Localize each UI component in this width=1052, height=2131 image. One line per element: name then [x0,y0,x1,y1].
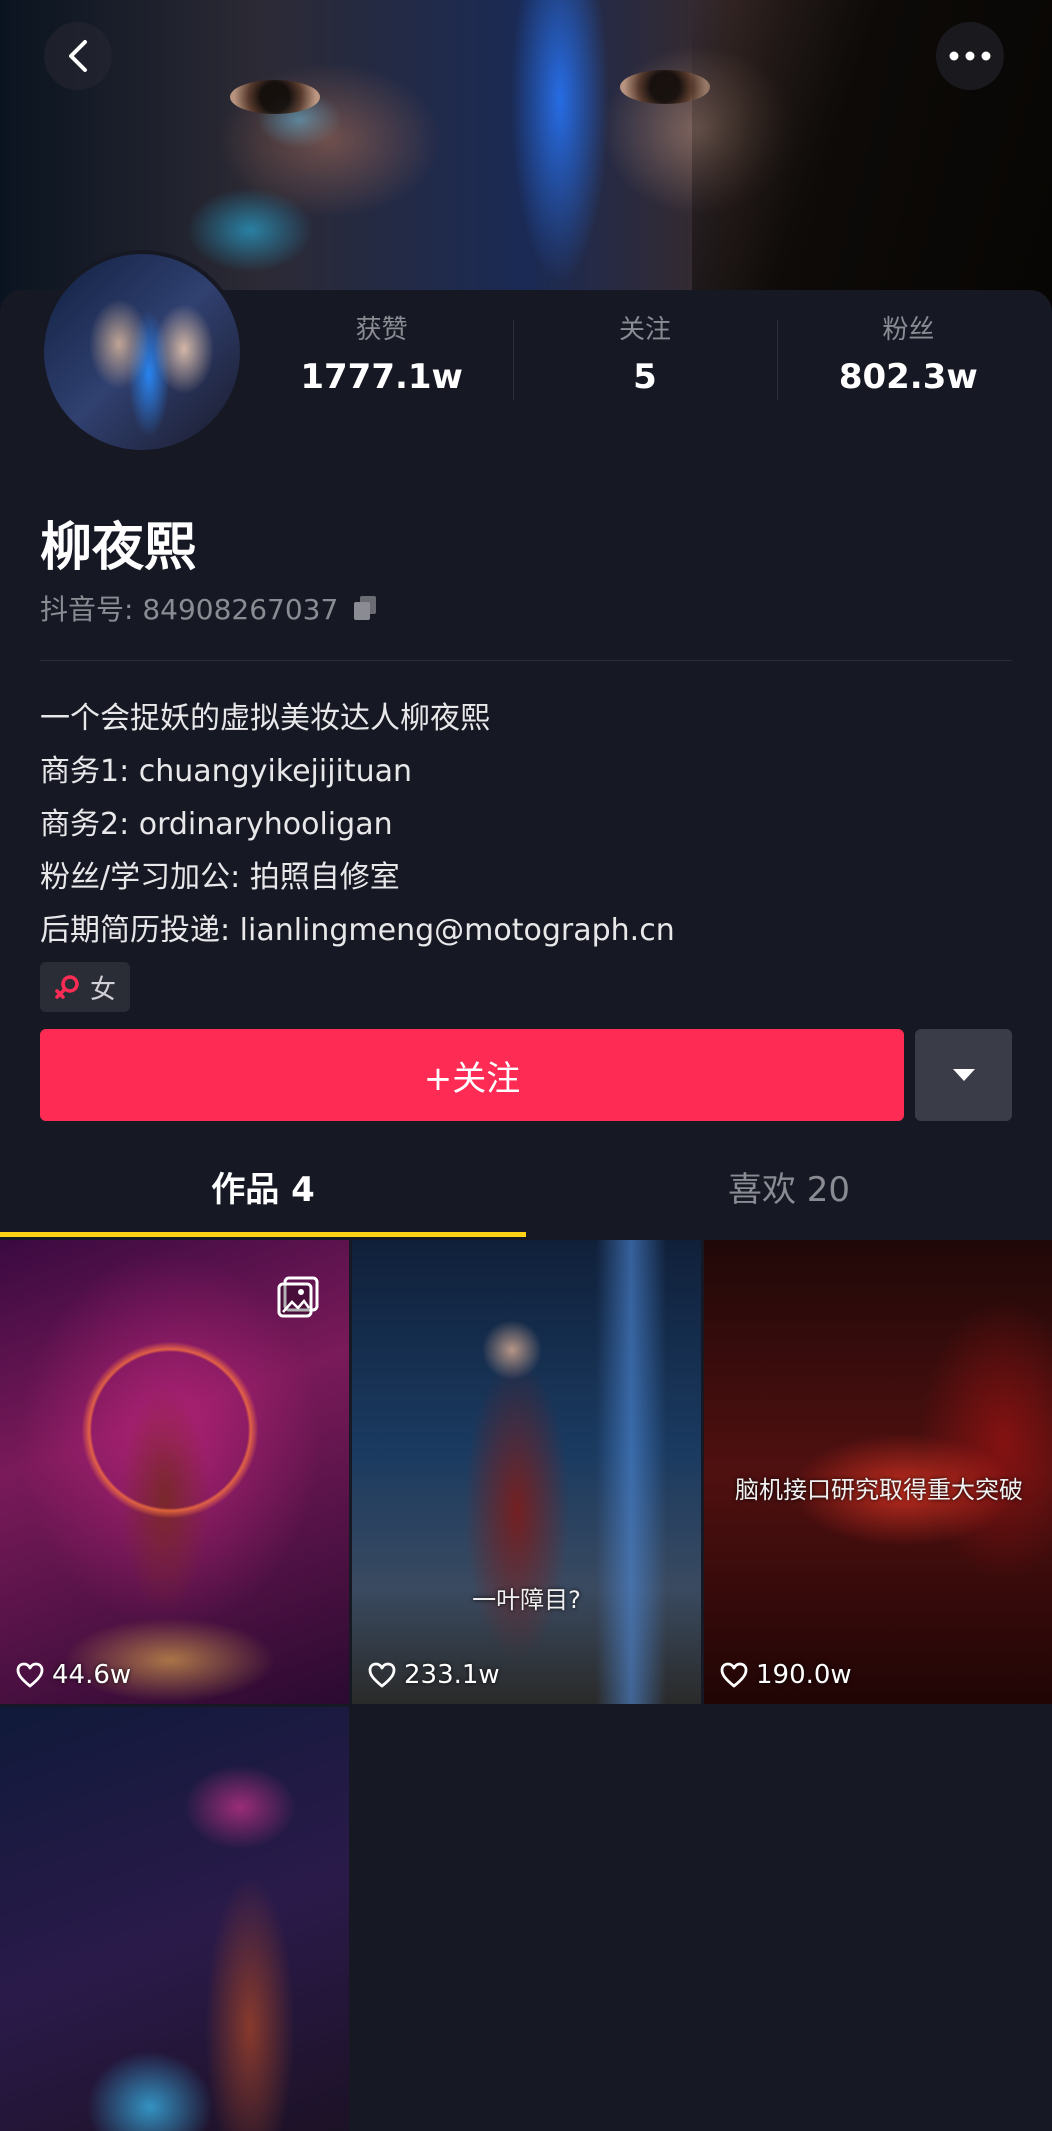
back-button[interactable] [44,22,112,90]
bio-line: 一个会捉妖的虚拟美妆达人柳夜熙 [40,701,490,736]
stat-following[interactable]: 关注 5 [513,310,776,410]
video-likes: 44.6w [16,1660,131,1690]
video-grid: 44.6w 一叶障目? 233.1w 脑机接口研究取得重大突破 190.0w [0,1240,1052,2131]
douyin-id: 抖音号: 84908267037 [40,588,378,628]
video-tile[interactable] [0,1707,349,2131]
heart-icon [16,1662,44,1688]
video-tile[interactable]: 44.6w [0,1240,349,1704]
more-horizontal-icon [949,51,991,61]
video-likes: 233.1w [368,1660,500,1690]
bio-line: 商务2: ordinaryhooligan [40,807,393,842]
video-caption: 一叶障目? [472,1586,581,1614]
tab-indicator [0,1232,526,1237]
profile-name: 柳夜熙 [40,518,197,578]
stat-value: 1777.1w [300,357,463,397]
heart-icon [368,1662,396,1688]
divider [40,660,1012,661]
video-likes-count: 233.1w [404,1660,500,1690]
bio-line: 粉丝/学习加公: 拍照自修室 [40,860,400,895]
heart-icon [720,1662,748,1688]
stat-label: 获赞 [355,315,408,345]
bio-line: 商务1: chuangyikejijituan [40,754,413,789]
video-likes: 190.0w [720,1660,852,1690]
copy-icon[interactable] [352,594,378,622]
caret-down-icon [952,1069,975,1081]
content-tabs: 作品 4 喜欢 20 [0,1150,1052,1240]
gender-label: 女 [90,974,117,1005]
video-likes-count: 190.0w [756,1660,852,1690]
douyin-id-label: 抖音号: 84908267037 [40,593,339,626]
tab-works[interactable]: 作品 4 [0,1150,526,1240]
stat-value: 802.3w [838,357,978,397]
gender-tag: 女 [40,962,131,1012]
profile-bio: 一个会捉妖的虚拟美妆达人柳夜熙 商务1: chuangyikejijituan … [40,692,675,957]
tab-likes[interactable]: 喜欢 20 [526,1150,1052,1240]
avatar[interactable] [40,250,244,454]
video-tile[interactable]: 一叶障目? 233.1w [352,1240,701,1704]
stat-likes[interactable]: 获赞 1777.1w [250,310,513,410]
profile-stats: 获赞 1777.1w 关注 5 粉丝 802.3w [250,310,1040,410]
stat-followers[interactable]: 粉丝 802.3w [776,310,1040,410]
more-options-button[interactable] [936,22,1004,90]
video-tile[interactable]: 脑机接口研究取得重大突破 190.0w [704,1240,1052,1704]
female-icon [55,975,79,999]
follow-label: +关注 [423,1058,521,1099]
recommend-dropdown-button[interactable] [915,1029,1012,1121]
video-likes-count: 44.6w [52,1660,132,1690]
stat-value: 5 [633,357,657,397]
chevron-left-icon [69,40,87,72]
video-caption: 脑机接口研究取得重大突破 [735,1476,1023,1504]
stat-label: 关注 [618,315,671,345]
stat-label: 粉丝 [882,315,935,345]
bio-line: 后期简历投递: lianlingmeng@motograph.cn [40,913,675,948]
gallery-icon [277,1276,319,1318]
banner-eye-left [230,80,320,114]
follow-button[interactable]: +关注 [40,1029,904,1121]
